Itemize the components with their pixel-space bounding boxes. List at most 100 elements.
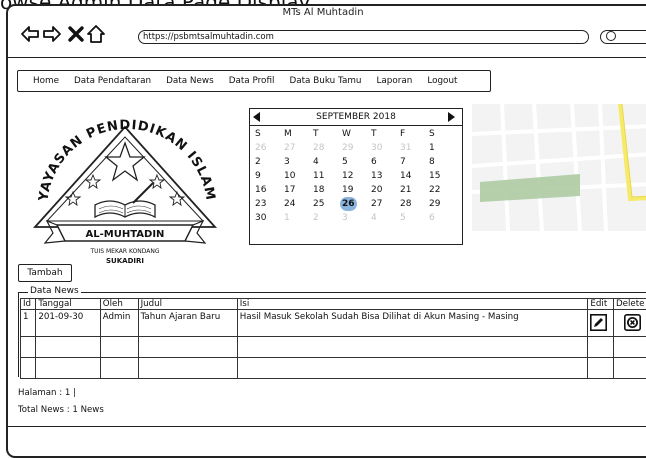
menu-item-data-buku-tamu[interactable]: Data Buku Tamu: [289, 76, 361, 86]
calendar-day[interactable]: 2: [252, 155, 281, 169]
weekday-label: M: [281, 127, 310, 141]
calendar-day[interactable]: 18: [310, 183, 339, 197]
calendar-day[interactable]: 15: [426, 169, 455, 183]
table-row-empty: [21, 358, 646, 379]
col-edit: Edit: [588, 299, 614, 310]
news-legend: Data News: [28, 286, 81, 296]
close-x-icon[interactable]: [66, 24, 86, 44]
weekday-label: T: [368, 127, 397, 141]
weekday-label: S: [252, 127, 281, 141]
calendar-grid: S M T W T F S 26272829303112345678910111…: [252, 127, 460, 225]
address-bar[interactable]: https://psbmtsalmuhtadin.com: [138, 30, 589, 44]
calendar-day[interactable]: 30: [368, 141, 397, 155]
calendar-day[interactable]: 11: [310, 169, 339, 183]
add-button[interactable]: Tambah: [18, 264, 72, 282]
calendar-week-row: 9101112131415: [252, 169, 460, 183]
calendar-day[interactable]: 31: [397, 141, 426, 155]
calendar-day[interactable]: 3: [339, 211, 368, 225]
calendar-day[interactable]: 29: [426, 197, 455, 211]
calendar-day[interactable]: 13: [368, 169, 397, 183]
location-map[interactable]: [472, 104, 646, 231]
total-news-label: Total News : 1 News: [18, 405, 104, 415]
window-title: MTs Al Muhtadin: [0, 7, 646, 18]
table-row-empty: [21, 337, 646, 358]
col-delete: Delete: [613, 299, 646, 310]
forward-arrow-icon[interactable]: [42, 24, 62, 44]
menu-item-data-profil[interactable]: Data Profil: [229, 76, 275, 86]
calendar-month-label: SEPTEMBER 2018: [316, 112, 396, 122]
search-icon: [606, 31, 616, 41]
calendar-day[interactable]: 23: [252, 197, 281, 211]
main-menu: Home Data Pendaftaran Data News Data Pro…: [17, 70, 491, 92]
calendar-next-icon[interactable]: [448, 112, 455, 122]
logo-arc-text: YAYASAN PENDIDIKAN ISLAM: [36, 118, 218, 203]
calendar-day[interactable]: 22: [426, 183, 455, 197]
calendar-day[interactable]: 4: [310, 155, 339, 169]
menu-item-data-news[interactable]: Data News: [166, 76, 214, 86]
calendar-day[interactable]: 25: [310, 197, 339, 211]
news-table: Id Tanggal Oleh Judul Isi Edit Delete 1 …: [20, 298, 646, 379]
calendar-day[interactable]: 12: [339, 169, 368, 183]
calendar-day[interactable]: 5: [397, 211, 426, 225]
calendar-day[interactable]: 6: [426, 211, 455, 225]
calendar-day[interactable]: 17: [281, 183, 310, 197]
col-isi: Isi: [237, 299, 588, 310]
weekday-label: W: [339, 127, 368, 141]
cell-isi: Hasil Masuk Sekolah Sudah Bisa Dilihat d…: [237, 310, 588, 337]
calendar-day[interactable]: 3: [281, 155, 310, 169]
svg-text:YAYASAN PENDIDIKAN ISLAM: YAYASAN PENDIDIKAN ISLAM: [36, 118, 218, 203]
calendar-prev-icon[interactable]: [253, 112, 260, 122]
menu-item-home[interactable]: Home: [33, 76, 59, 86]
cell-oleh: Admin: [100, 310, 138, 337]
calendar-day[interactable]: 27: [368, 197, 397, 211]
calendar-day[interactable]: 20: [368, 183, 397, 197]
calendar-day[interactable]: 9: [252, 169, 281, 183]
edit-pencil-icon[interactable]: [590, 314, 607, 331]
calendar-day[interactable]: 27: [281, 141, 310, 155]
calendar-day[interactable]: 16: [252, 183, 281, 197]
calendar-day[interactable]: 5: [339, 155, 368, 169]
calendar-day-selected[interactable]: 26: [339, 197, 368, 211]
school-logo: YAYASAN PENDIDIKAN ISLAM AL-MUHTADIN TUI…: [25, 117, 225, 282]
menu-item-logout[interactable]: Logout: [427, 76, 457, 86]
menu-item-data-pendaftaran[interactable]: Data Pendaftaran: [74, 76, 151, 86]
calendar-day[interactable]: 14: [397, 169, 426, 183]
calendar-day[interactable]: 4: [368, 211, 397, 225]
calendar-week-row: 30123456: [252, 211, 460, 225]
menu-item-laporan[interactable]: Laporan: [377, 76, 413, 86]
calendar-day[interactable]: 7: [397, 155, 426, 169]
cell-edit: [588, 310, 614, 337]
calendar-day[interactable]: 28: [310, 141, 339, 155]
calendar-day[interactable]: 2: [310, 211, 339, 225]
calendar-day[interactable]: 8: [426, 155, 455, 169]
calendar-week-row: 16171819202122: [252, 183, 460, 197]
cell-id: 1: [21, 310, 36, 337]
calendar-day[interactable]: 30: [252, 211, 281, 225]
col-judul: Judul: [138, 299, 237, 310]
calendar-day[interactable]: 19: [339, 183, 368, 197]
logo-sub2: SUKADIRI: [106, 257, 144, 265]
calendar-day[interactable]: 6: [368, 155, 397, 169]
calendar-day[interactable]: 10: [281, 169, 310, 183]
calendar-day[interactable]: 29: [339, 141, 368, 155]
calendar-day[interactable]: 1: [281, 211, 310, 225]
col-id: Id: [21, 299, 36, 310]
cell-delete: [613, 310, 646, 337]
calendar-day[interactable]: 1: [426, 141, 455, 155]
cell-tanggal: 201-09-30: [36, 310, 100, 337]
calendar-day[interactable]: 28: [397, 197, 426, 211]
pagination-label[interactable]: Halaman : 1 |: [18, 388, 76, 398]
logo-sub1: TUIS MEKAR KONDANG: [89, 248, 159, 255]
toolbar-divider: [7, 57, 646, 58]
calendar-day[interactable]: 21: [397, 183, 426, 197]
home-icon[interactable]: [86, 24, 106, 44]
calendar-week-row: 2627282930311: [252, 141, 460, 155]
calendar-day[interactable]: 24: [281, 197, 310, 211]
weekday-label: T: [310, 127, 339, 141]
calendar-day[interactable]: 26: [252, 141, 281, 155]
delete-x-icon[interactable]: [624, 314, 641, 331]
calendar-header: SEPTEMBER 2018: [250, 109, 462, 126]
table-row: 1 201-09-30 Admin Tahun Ajaran Baru Hasi…: [21, 310, 646, 337]
back-arrow-icon[interactable]: [20, 24, 40, 44]
col-tanggal: Tanggal: [36, 299, 100, 310]
